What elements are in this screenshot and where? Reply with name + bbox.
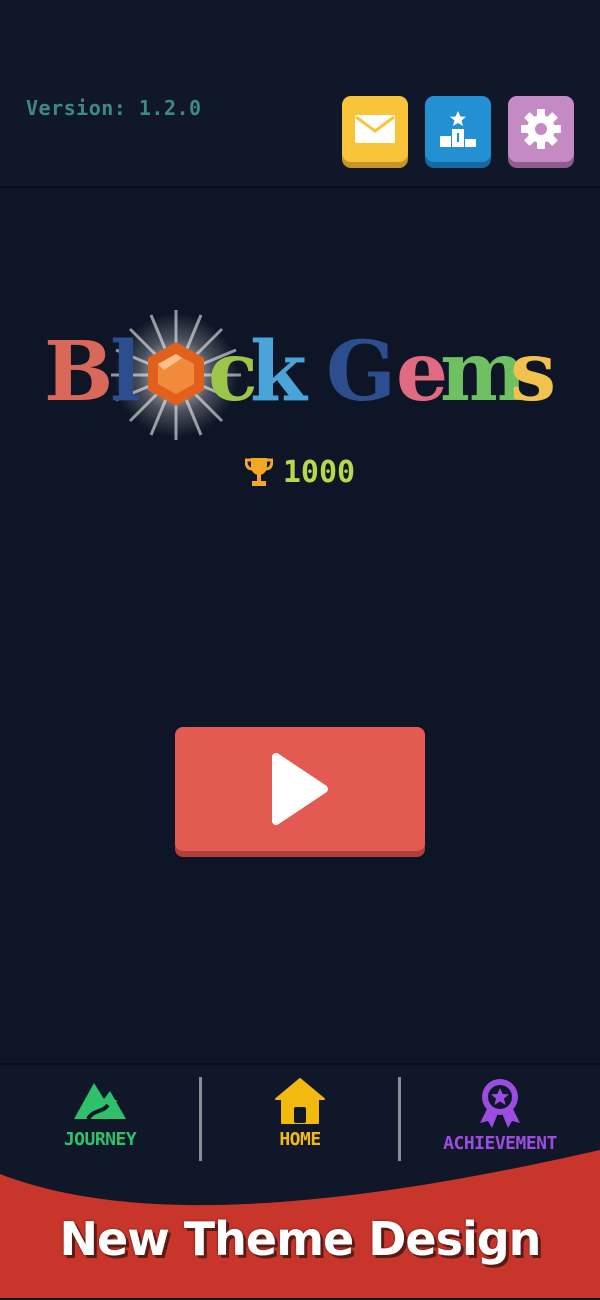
game-logo: B l c k G e m s bbox=[44, 310, 556, 440]
leaderboard-button[interactable] bbox=[425, 96, 491, 162]
logo-letter: k bbox=[250, 324, 309, 420]
mountain-icon bbox=[74, 1083, 126, 1121]
promo-banner-text: New Theme Design bbox=[59, 1212, 542, 1266]
logo-letter: l bbox=[110, 324, 141, 420]
settings-button[interactable] bbox=[508, 96, 574, 162]
play-icon bbox=[272, 753, 328, 825]
gear-icon bbox=[521, 109, 561, 149]
play-button[interactable] bbox=[175, 727, 425, 851]
trophy-icon bbox=[244, 458, 273, 486]
mail-button[interactable] bbox=[342, 96, 408, 162]
logo-letter: s bbox=[510, 324, 556, 420]
mail-icon bbox=[355, 115, 395, 143]
best-score: 1000 bbox=[0, 450, 600, 494]
medal-icon bbox=[480, 1079, 520, 1128]
logo-letter: B bbox=[44, 324, 113, 420]
score-value: 1000 bbox=[282, 454, 356, 490]
podium-icon bbox=[440, 111, 476, 147]
house-icon bbox=[275, 1078, 325, 1124]
version-label: Version: 1.2.0 bbox=[26, 96, 202, 120]
top-bar bbox=[0, 0, 600, 188]
logo-letter: G bbox=[326, 324, 396, 420]
